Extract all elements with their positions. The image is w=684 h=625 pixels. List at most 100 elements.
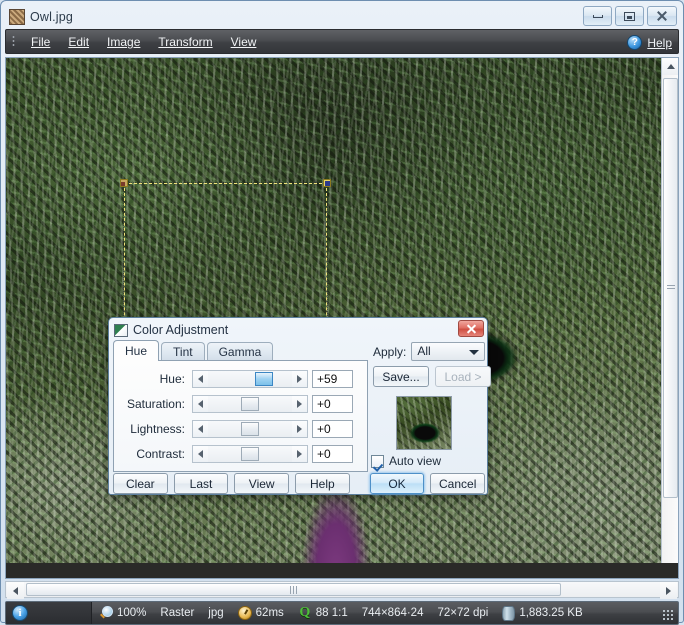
status-info-cell[interactable]: i xyxy=(6,602,92,624)
hue-slider-increment[interactable] xyxy=(292,370,307,387)
saturation-slider-thumb[interactable] xyxy=(241,396,259,411)
apply-dropdown[interactable]: All xyxy=(411,342,486,361)
tab-gamma[interactable]: Gamma xyxy=(206,342,274,361)
resize-grip[interactable] xyxy=(662,609,674,621)
tab-hue[interactable]: Hue xyxy=(113,340,160,361)
contrast-slider-decrement[interactable] xyxy=(193,445,208,462)
tab-tint[interactable]: Tint xyxy=(161,342,205,361)
apply-selected-value: All xyxy=(417,344,431,358)
load-button[interactable]: Load > xyxy=(435,366,491,387)
cancel-button[interactable]: Cancel xyxy=(430,473,486,494)
chevron-down-icon xyxy=(469,350,480,355)
chevron-left-icon xyxy=(13,586,18,595)
tab-tint-label: Tint xyxy=(173,345,193,359)
auto-view-checkbox[interactable] xyxy=(371,454,384,468)
hue-slider-decrement[interactable] xyxy=(193,370,208,387)
menu-help-label: Help xyxy=(647,35,672,50)
menu-item-edit[interactable]: Edit xyxy=(59,32,98,52)
lightness-slider-thumb[interactable] xyxy=(241,421,259,436)
contrast-slider[interactable] xyxy=(192,444,308,463)
grip-icon xyxy=(666,285,675,291)
dialog-title-bar: Color Adjustment xyxy=(111,320,485,340)
minimize-icon xyxy=(592,14,603,18)
menu-item-view[interactable]: View xyxy=(222,32,266,52)
slider-row-lightness: Lightness: +0 xyxy=(114,417,367,440)
chevron-left-icon xyxy=(198,424,203,433)
status-bar: i 100% Raster jpg 62ms Q 88 1:1 744×864·… xyxy=(5,601,679,625)
chevron-right-icon xyxy=(297,424,302,433)
contrast-label: Contrast: xyxy=(136,446,185,461)
contrast-slider-thumb[interactable] xyxy=(241,446,259,461)
saturation-slider[interactable] xyxy=(192,394,308,413)
restore-button[interactable] xyxy=(615,6,644,26)
grip-icon xyxy=(290,585,297,594)
dialog-body: Hue Tint Gamma Hue: +59 Saturation: +0 L… xyxy=(111,340,491,495)
saturation-slider-decrement[interactable] xyxy=(193,395,208,412)
slider-row-contrast: Contrast: +0 xyxy=(114,442,367,465)
contrast-value-input[interactable]: +0 xyxy=(312,444,353,463)
chevron-left-icon xyxy=(198,449,203,458)
close-button[interactable] xyxy=(647,6,677,26)
status-file-size: 1,883.25 KB xyxy=(495,602,589,624)
scroll-right-arrow[interactable] xyxy=(660,582,677,599)
lightness-slider-decrement[interactable] xyxy=(193,420,208,437)
chevron-right-icon xyxy=(297,374,302,383)
hue-value-input[interactable]: +59 xyxy=(312,369,353,388)
selection-handle-top-left[interactable] xyxy=(120,179,128,187)
status-image-type-value: Raster xyxy=(160,607,195,619)
close-dialog-button[interactable] xyxy=(458,320,484,337)
menu-item-help[interactable]: ? Help xyxy=(627,30,672,55)
timer-icon xyxy=(237,606,252,620)
selection-handle-top-right[interactable] xyxy=(323,179,331,187)
minimize-button[interactable] xyxy=(583,6,612,26)
color-adjustment-dialog: Color Adjustment Hue Tint Gamma Hue: +59 xyxy=(108,317,491,495)
question-mark-icon: ? xyxy=(627,35,643,50)
magnifier-icon xyxy=(99,606,113,620)
vertical-scrollbar-thumb[interactable] xyxy=(663,78,678,498)
menu-item-file[interactable]: File xyxy=(22,32,59,52)
chevron-right-icon xyxy=(297,449,302,458)
lightness-slider[interactable] xyxy=(192,419,308,438)
info-icon: i xyxy=(12,605,28,621)
auto-view-row[interactable]: Auto view xyxy=(371,454,441,468)
hue-slider-thumb[interactable] xyxy=(255,371,273,386)
owl-thumbnail-icon xyxy=(9,9,25,25)
contrast-slider-increment[interactable] xyxy=(292,445,307,462)
close-icon xyxy=(656,11,668,22)
lightness-value-input[interactable]: +0 xyxy=(312,419,353,438)
disk-cylinder-icon xyxy=(502,605,516,621)
last-button[interactable]: Last xyxy=(173,473,229,494)
window-title: Owl.jpg xyxy=(30,10,74,24)
slider-row-saturation: Saturation: +0 xyxy=(114,392,367,415)
apply-label: Apply: xyxy=(373,344,407,359)
scroll-up-arrow[interactable] xyxy=(662,58,678,75)
clear-button[interactable]: Clear xyxy=(113,473,168,494)
horizontal-scrollbar-thumb[interactable] xyxy=(26,583,561,596)
menu-item-transform[interactable]: Transform xyxy=(149,32,221,52)
saturation-value-input[interactable]: +0 xyxy=(312,394,353,413)
tab-strip: Hue Tint Gamma xyxy=(113,340,275,361)
view-button[interactable]: View xyxy=(234,473,290,494)
status-quality: Q 88 1:1 xyxy=(291,602,355,624)
chevron-right-icon xyxy=(666,586,671,595)
horizontal-scrollbar[interactable] xyxy=(5,581,679,599)
application-window: Owl.jpg File Edit Image Transform View ?… xyxy=(0,0,684,625)
scroll-left-arrow[interactable] xyxy=(7,582,24,599)
apply-row: Apply: All xyxy=(373,342,486,361)
menu-drag-grip[interactable] xyxy=(12,35,15,48)
lightness-slider-increment[interactable] xyxy=(292,420,307,437)
menu-item-image[interactable]: Image xyxy=(98,32,149,52)
vertical-scrollbar[interactable] xyxy=(661,58,678,563)
title-bar: Owl.jpg xyxy=(5,5,679,29)
save-button[interactable]: Save... xyxy=(373,366,429,387)
status-file-size-value: 1,883.25 KB xyxy=(519,607,583,619)
window-controls xyxy=(583,6,677,26)
ok-button[interactable]: OK xyxy=(369,473,425,494)
help-button[interactable]: Help xyxy=(295,473,350,494)
status-dimensions: 744×864·24 xyxy=(355,602,431,624)
save-load-row: Save... Load > xyxy=(373,366,491,387)
chevron-up-icon xyxy=(666,64,675,69)
status-zoom[interactable]: 100% xyxy=(92,602,153,624)
hue-slider[interactable] xyxy=(192,369,308,388)
saturation-slider-increment[interactable] xyxy=(292,395,307,412)
